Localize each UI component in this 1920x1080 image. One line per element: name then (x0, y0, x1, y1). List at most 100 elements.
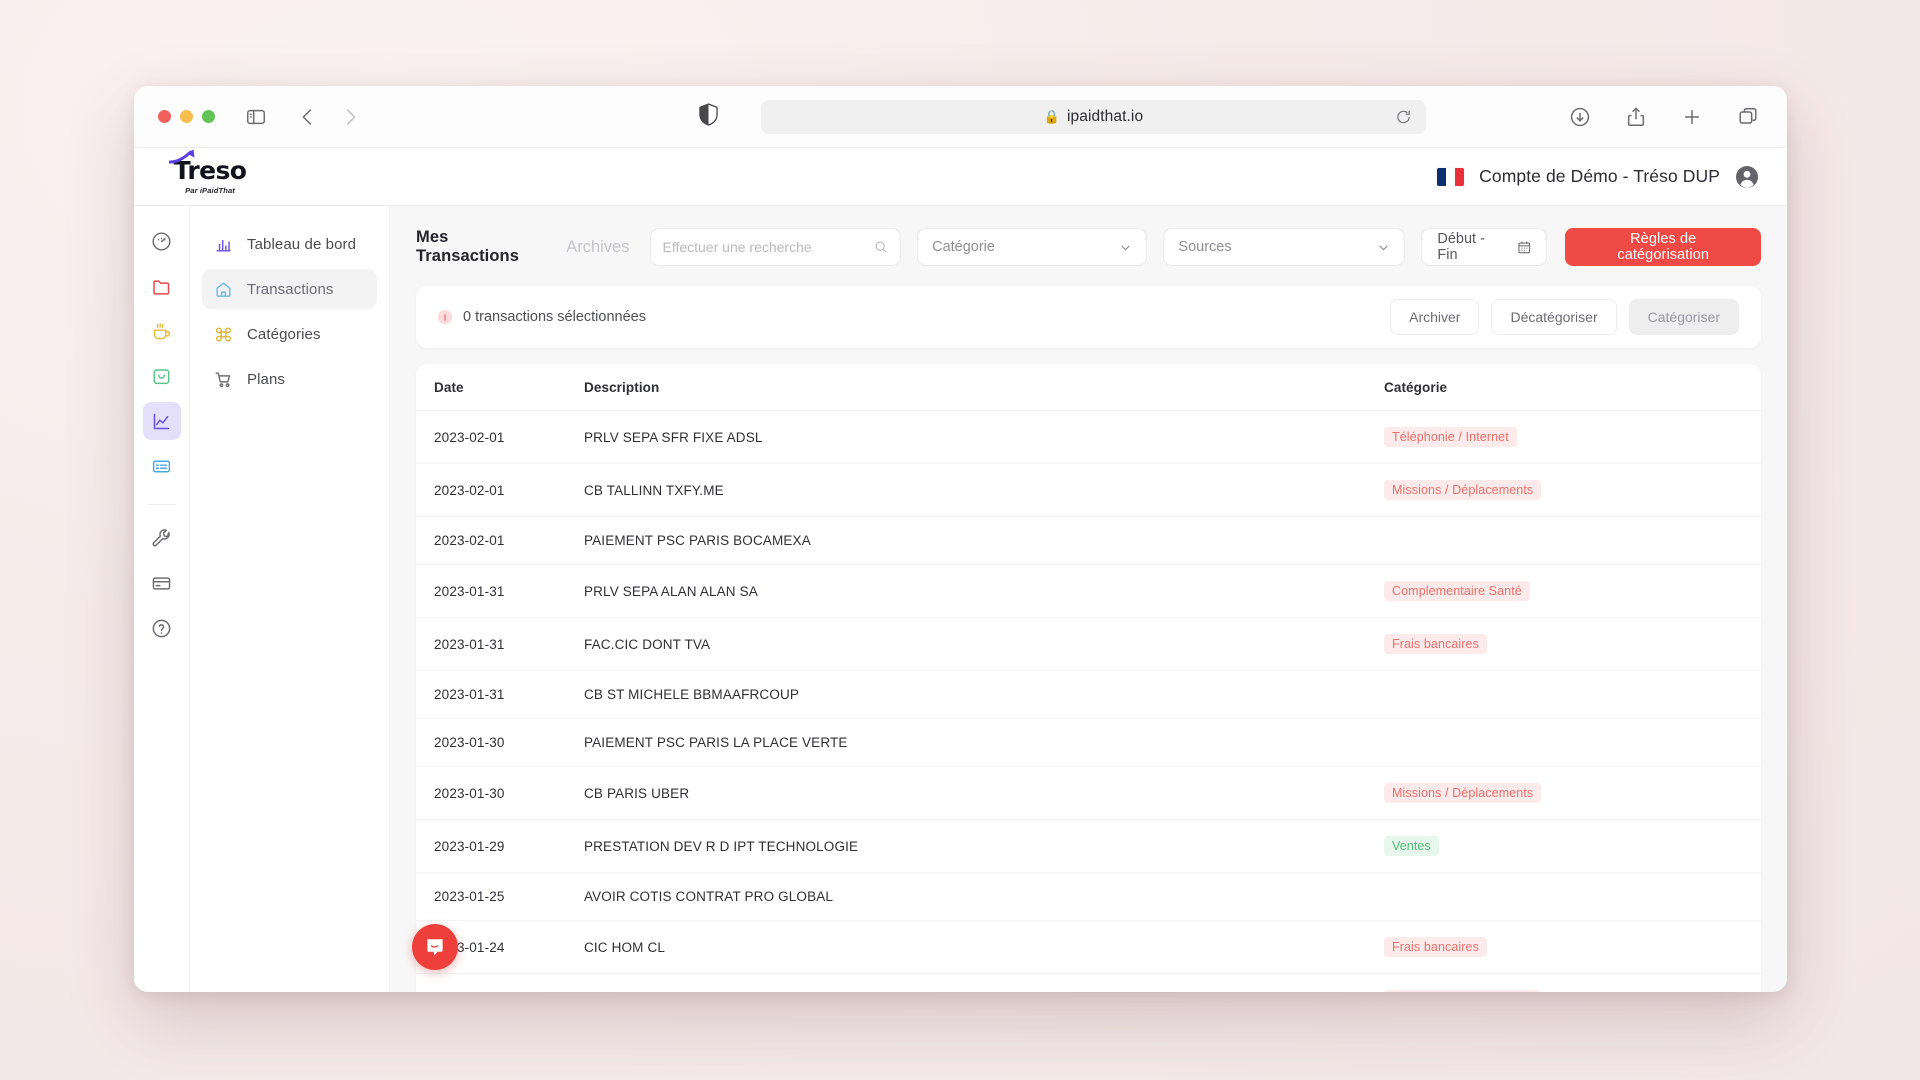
maximize-window-button[interactable] (202, 110, 215, 123)
category-filter-label: Catégorie (932, 239, 995, 255)
cell-date: 2023-01-18 (416, 973, 584, 992)
rail-item-help-circle[interactable] (143, 609, 181, 647)
close-window-button[interactable] (158, 110, 171, 123)
archive-button[interactable]: Archiver (1390, 299, 1480, 335)
column-header-category[interactable]: Catégorie (1384, 364, 1761, 411)
home-icon (216, 281, 231, 297)
cell-description: CB PARIS UBER (584, 766, 1384, 820)
cell-category[interactable]: Frais bancaires (1384, 617, 1761, 671)
column-header-date[interactable]: Date (416, 364, 584, 411)
sidebar-item-label: Catégories (247, 325, 321, 343)
table-row[interactable]: 2023-02-01 PRLV SEPA SFR FIXE ADSL Télépho… (416, 410, 1761, 464)
cell-date: 2023-01-31 (416, 670, 584, 719)
table-row[interactable]: 2023-02-01PAIEMENT PSC PARIS BOCAMEXA-13… (416, 516, 1761, 565)
sources-filter-label: Sources (1178, 239, 1232, 255)
cell-description: CB PARIS CITYSCOOT (584, 973, 1384, 992)
avatar[interactable] (1735, 165, 1759, 189)
sources-filter-select[interactable]: Sources (1163, 228, 1406, 266)
tab-overview-icon[interactable] (1737, 106, 1759, 128)
category-badge[interactable]: Missions / Déplacements (1384, 480, 1542, 500)
download-icon[interactable] (1569, 106, 1591, 128)
cell-category[interactable] (1384, 718, 1761, 767)
sidebar-toggle-icon[interactable] (245, 106, 267, 128)
shopping-cart-icon (215, 371, 231, 387)
minimize-window-button[interactable] (180, 110, 193, 123)
cell-date: 2023-01-30 (416, 766, 584, 820)
sidebar-item-categories[interactable]: Catégories (202, 314, 377, 354)
search-input[interactable] (662, 239, 875, 255)
cell-category[interactable]: Missions / Déplacements (1384, 463, 1761, 517)
browser-chrome-bar: 🔒 ipaidthat.io (134, 86, 1787, 148)
rail-item-dashboard-gauge[interactable] (143, 222, 181, 260)
category-badge[interactable]: Frais bancaires (1384, 937, 1487, 957)
forward-arrow-icon[interactable] (339, 106, 361, 128)
table-row[interactable]: 2023-01-31CB ST MICHELE BBMAAFRCOUP-22.0… (416, 670, 1761, 719)
table-row[interactable]: 2023-01-30 CB PARIS UBER Missions / Déplac… (416, 766, 1761, 820)
table-row[interactable]: 2023-01-31 PRLV SEPA ALAN ALAN SA Compleme… (416, 564, 1761, 618)
rail-item-analytics-chart[interactable] (142, 402, 181, 440)
address-bar[interactable]: 🔒 ipaidthat.io (761, 99, 1426, 134)
column-header-description[interactable]: Description (584, 364, 1384, 411)
category-filter-select[interactable]: Catégorie (917, 228, 1148, 266)
selection-actions: Archiver Décatégoriser Catégoriser (1390, 299, 1739, 335)
tab-mes-transactions[interactable]: Mes Transactions (416, 228, 552, 266)
category-badge[interactable]: Complementaire Santé (1384, 581, 1530, 601)
categorize-button[interactable]: Catégoriser (1628, 299, 1739, 335)
sidebar-item-plans[interactable]: Plans (202, 359, 377, 399)
category-badge[interactable]: Ventes (1384, 836, 1439, 856)
app-logo[interactable]: Treso Par iPaidThat (156, 149, 264, 195)
browser-navigation-arrows (297, 106, 361, 128)
cell-category[interactable] (1384, 670, 1761, 719)
url-text: ipaidthat.io (1067, 107, 1144, 125)
back-arrow-icon[interactable] (297, 106, 319, 128)
cell-category[interactable] (1384, 516, 1761, 565)
search-box[interactable] (649, 228, 902, 266)
rail-item-coffee-cup[interactable] (143, 312, 181, 350)
rail-item-wrench[interactable] (143, 519, 181, 557)
share-icon[interactable] (1625, 106, 1647, 128)
category-badge[interactable]: Missions / Déplacements (1384, 783, 1542, 803)
info-icon (438, 310, 452, 324)
rail-item-folder[interactable] (143, 267, 181, 305)
app-header: Treso Par iPaidThat Compte de Démo - Tré… (134, 148, 1787, 206)
rail-item-credit-card[interactable] (143, 564, 181, 602)
table-row[interactable]: 2023-01-18CB PARIS CITYSCOOTMissions / D… (416, 973, 1761, 992)
logo-arrow-icon (168, 149, 195, 164)
sidebar-item-tableau-de-bord[interactable]: Tableau de bord (202, 224, 377, 264)
rail-item-card-list[interactable] (143, 447, 181, 485)
table-body: 2023-02-01 PRLV SEPA SFR FIXE ADSL Télépho… (416, 410, 1761, 992)
cell-category[interactable] (1384, 872, 1761, 921)
table-row[interactable]: 2023-02-01 CB TALLINN TXFY.ME Missions / D… (416, 463, 1761, 517)
cell-description: PRLV SEPA SFR FIXE ADSL (584, 410, 1384, 464)
flag-fr-icon[interactable] (1437, 167, 1465, 186)
date-range-label: Début - Fin (1437, 231, 1485, 263)
sidebar-item-transactions[interactable]: Transactions (202, 269, 377, 309)
cell-category[interactable]: Frais bancaires (1384, 920, 1761, 974)
tab-archives[interactable]: Archives (566, 238, 629, 257)
reload-icon[interactable] (1395, 108, 1412, 125)
cell-category[interactable]: Complementaire Santé (1384, 564, 1761, 618)
table-row[interactable]: 2023-01-24CIC HOM CLFrais bancaires-8.33… (416, 920, 1761, 974)
date-range-filter[interactable]: Début - Fin (1421, 228, 1548, 266)
cell-category[interactable]: Téléphonie / Internet (1384, 410, 1761, 464)
cell-category[interactable]: Ventes (1384, 819, 1761, 873)
table-header: Date Description Catégorie Montant (416, 364, 1761, 411)
cell-category[interactable]: Missions / Déplacements (1384, 973, 1761, 992)
cell-category[interactable]: Missions / Déplacements (1384, 766, 1761, 820)
selection-status-bar: 0 transactions sélectionnées Archiver Dé… (416, 286, 1761, 348)
intercom-chat-launcher[interactable] (412, 924, 458, 970)
cell-date: 2023-01-29 (416, 819, 584, 873)
table-row[interactable]: 2023-01-31 FAC.CIC DONT TVA Frais bancaire… (416, 617, 1761, 671)
uncategorize-button[interactable]: Décatégoriser (1491, 299, 1617, 335)
table-row[interactable]: 2023-01-30 PAIEMENT PSC PARIS LA PLACE VE… (416, 718, 1761, 767)
bar-chart-icon (216, 239, 231, 252)
table-row[interactable]: 2023-01-29 PRESTATION DEV R D IPT TECHNOL… (416, 819, 1761, 873)
plus-icon[interactable] (1681, 106, 1703, 128)
category-badge[interactable]: Téléphonie / Internet (1384, 427, 1517, 447)
privacy-shield-icon[interactable] (699, 102, 718, 131)
category-badge[interactable]: Missions / Déplacements (1384, 990, 1542, 992)
rail-item-shopping-bag[interactable] (143, 357, 181, 395)
category-badge[interactable]: Frais bancaires (1384, 634, 1487, 654)
categorization-rules-button[interactable]: Règles de catégorisation (1565, 228, 1761, 266)
table-row[interactable]: 2023-01-25 AVOIR COTIS CONTRAT PRO GLOBAL… (416, 872, 1761, 921)
